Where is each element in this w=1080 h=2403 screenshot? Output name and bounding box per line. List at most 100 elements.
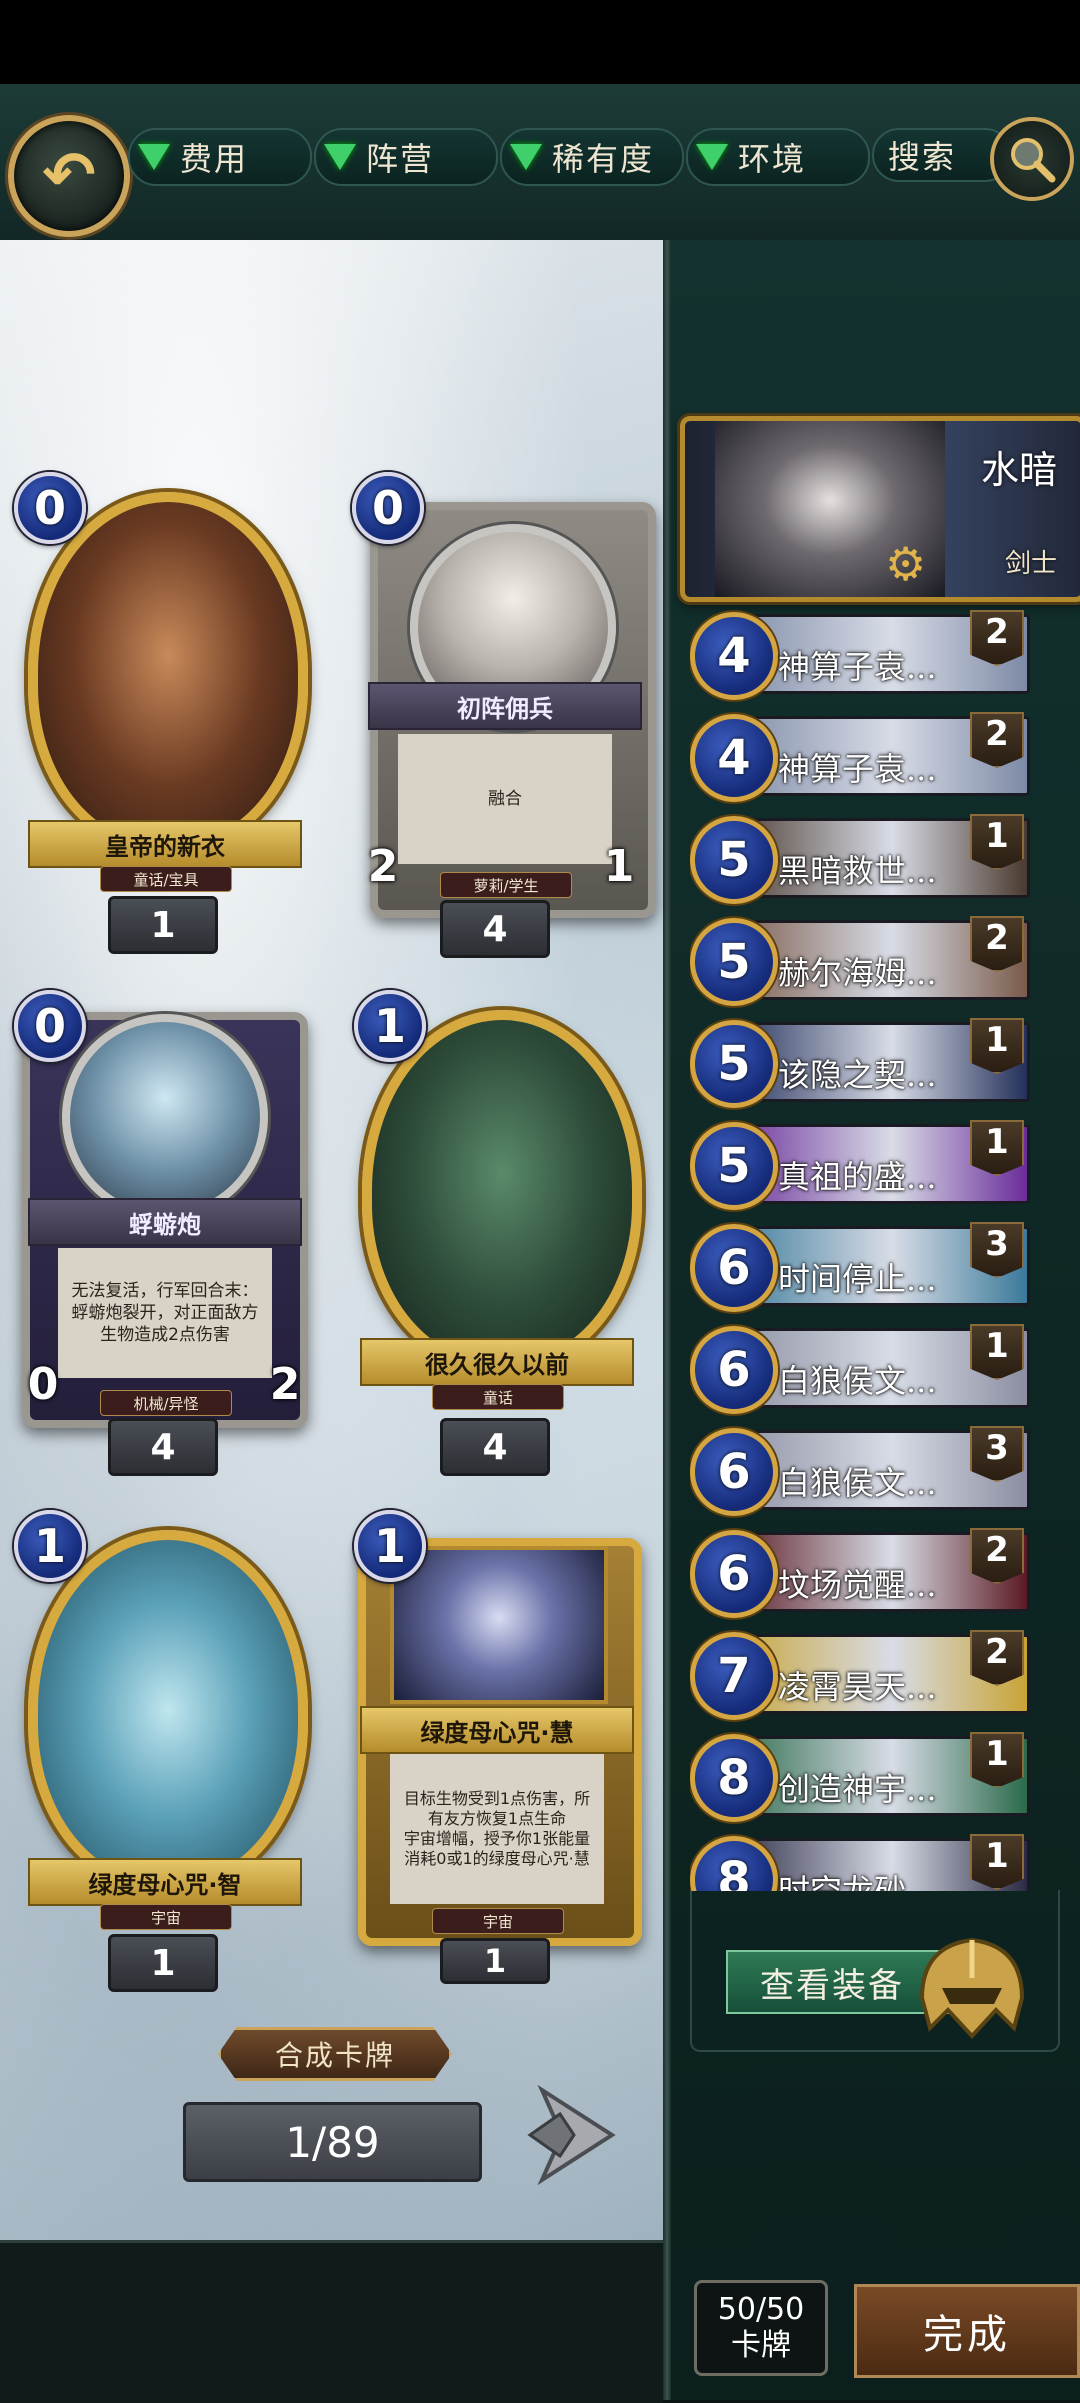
collection-card[interactable]: 1 绿度母心咒·智 宇宙 1 xyxy=(8,1510,318,1992)
deck-card-cost: 6 xyxy=(690,1428,778,1516)
card-attack: 0 xyxy=(27,1358,59,1410)
deck-card-row[interactable]: 5 赫尔海姆... 2 xyxy=(690,912,1030,1006)
card-art xyxy=(28,1530,308,1890)
card-text: 融合 xyxy=(398,734,612,864)
deck-card-quantity: 1 xyxy=(970,814,1024,870)
card-name: 绿度母心咒·慧 xyxy=(360,1706,634,1754)
deck-card-quantity: 1 xyxy=(970,1732,1024,1788)
collection-card[interactable]: 0 蜉蝣炮 无法复活，行军回合末：蜉蝣炮裂开，对正面敌方生物造成2点伤害 机械/… xyxy=(8,990,318,1476)
collection-card[interactable]: 1 绿度母心咒·慧 目标生物受到1点伤害，所有友方恢复1点生命 宇宙增幅，授予你… xyxy=(340,1510,650,1984)
deck-card-cost: 5 xyxy=(690,816,778,904)
deck-card-row[interactable]: 7 凌霄昊天... 2 xyxy=(690,1626,1030,1720)
deck-card-row[interactable]: 6 白狼侯文... 3 xyxy=(690,1422,1030,1516)
deck-card-name: 创造神宇... xyxy=(778,1770,937,1808)
card-tribe: 宇宙 xyxy=(432,1908,564,1934)
craft-card-button[interactable]: 合成卡牌 xyxy=(218,2027,452,2081)
deck-card-quantity: 2 xyxy=(970,712,1024,768)
deck-card-name: 神算子袁... xyxy=(778,648,937,686)
card-text: 无法复活，行军回合末：蜉蝣炮裂开，对正面敌方生物造成2点伤害 xyxy=(58,1248,272,1378)
deck-card-quantity: 3 xyxy=(970,1222,1024,1278)
card-owned-count: 4 xyxy=(440,1418,550,1476)
return-arrow-icon: ↶ xyxy=(42,139,96,213)
magnifier-icon xyxy=(1011,138,1056,183)
card-art xyxy=(390,1546,608,1704)
filter-cost-label: 费用 xyxy=(180,140,249,178)
search-button[interactable] xyxy=(990,117,1074,201)
collection-card[interactable]: 0 皇帝的新衣 童话/宝具 1 xyxy=(8,472,318,954)
filter-rarity[interactable]: 稀有度 xyxy=(500,128,684,186)
card-art xyxy=(28,492,308,852)
dropdown-triangle-icon xyxy=(138,144,170,170)
deck-card-name: 时空龙砂... xyxy=(778,1872,937,1891)
card-health: 2 xyxy=(269,1358,301,1410)
dropdown-triangle-icon xyxy=(324,144,356,170)
done-button[interactable]: 完成 xyxy=(854,2284,1080,2378)
card-tribe: 萝莉/学生 xyxy=(440,872,572,898)
card-attack: 2 xyxy=(367,840,399,892)
gear-icon[interactable]: ⚙ xyxy=(885,537,926,591)
card-owned-count: 4 xyxy=(440,900,550,958)
deck-card-row[interactable]: 6 坟场觉醒... 2 xyxy=(690,1524,1030,1618)
card-owned-count: 4 xyxy=(108,1418,218,1476)
card-owned-count: 1 xyxy=(108,896,218,954)
filter-environment[interactable]: 环境 xyxy=(686,128,870,186)
deck-card-name: 白狼侯文... xyxy=(778,1464,937,1502)
deck-card-row[interactable]: 4 神算子袁... 2 xyxy=(690,606,1030,700)
bottom-bar xyxy=(0,2240,663,2403)
deck-card-row[interactable]: 5 该隐之契... 1 xyxy=(690,1014,1030,1108)
card-art xyxy=(362,1010,642,1370)
deck-card-quantity: 2 xyxy=(970,916,1024,972)
card-name: 皇帝的新衣 xyxy=(28,820,302,868)
filter-environment-label: 环境 xyxy=(738,140,807,178)
deck-card-name: 黑暗救世... xyxy=(778,852,937,890)
deck-card-quantity: 1 xyxy=(970,1120,1024,1176)
card-tribe: 童话 xyxy=(432,1384,564,1410)
card-health: 1 xyxy=(603,840,635,892)
card-tribe: 童话/宝具 xyxy=(100,866,232,892)
deck-card-name: 白狼侯文... xyxy=(778,1362,937,1400)
back-button[interactable]: ↶ xyxy=(8,115,130,237)
deck-card-cost: 4 xyxy=(690,612,778,700)
deck-card-name: 赫尔海姆... xyxy=(778,954,937,992)
deck-card-row[interactable]: 6 时间停止... 3 xyxy=(690,1218,1030,1312)
card-tribe: 宇宙 xyxy=(100,1904,232,1930)
filter-rarity-label: 稀有度 xyxy=(552,140,655,178)
deck-card-cost: 4 xyxy=(690,714,778,802)
deck-card-row[interactable]: 8 创造神宇... 1 xyxy=(690,1728,1030,1822)
deck-card-list[interactable]: 4 神算子袁... 2 4 神算子袁... 2 5 黑暗救世... 1 5 赫尔… xyxy=(690,606,1030,1891)
deck-card-cost: 7 xyxy=(690,1632,778,1720)
card-cost: 0 xyxy=(14,990,86,1062)
deck-card-name: 真祖的盛... xyxy=(778,1158,937,1196)
card-name: 绿度母心咒·智 xyxy=(28,1858,302,1906)
deck-card-cost: 8 xyxy=(690,1734,778,1822)
deck-card-row[interactable]: 5 真祖的盛... 1 xyxy=(690,1116,1030,1210)
hero-card[interactable]: ⚙ 水暗 剑士 xyxy=(680,416,1080,602)
deck-card-name: 神算子袁... xyxy=(778,750,937,788)
deck-card-name: 时间停止... xyxy=(778,1260,937,1298)
deck-card-row[interactable]: 4 神算子袁... 2 xyxy=(690,708,1030,802)
card-name: 很久很久以前 xyxy=(360,1338,634,1386)
dropdown-triangle-icon xyxy=(510,144,542,170)
deck-card-name: 凌霄昊天... xyxy=(778,1668,937,1706)
deck-card-row[interactable]: 8 时空龙砂... 1 xyxy=(690,1830,1030,1891)
collection-card[interactable]: 0 初阵佣兵 融合 萝莉/学生 2 1 4 xyxy=(348,472,658,958)
card-text: 目标生物受到1点伤害，所有友方恢复1点生命 宇宙增幅，授予你1张能量消耗0或1的… xyxy=(390,1754,604,1904)
deck-card-row[interactable]: 6 白狼侯文... 1 xyxy=(690,1320,1030,1414)
deck-card-quantity: 2 xyxy=(970,1630,1024,1686)
helmet-icon xyxy=(919,1937,1025,2039)
filter-cost[interactable]: 费用 xyxy=(128,128,312,186)
card-name: 初阵佣兵 xyxy=(368,682,642,730)
deck-card-count: 50/50 卡牌 xyxy=(694,2280,828,2376)
hero-name: 水暗 xyxy=(980,448,1057,492)
collection-card[interactable]: 1 很久很久以前 童话 4 xyxy=(340,990,650,1476)
deck-card-quantity: 2 xyxy=(970,610,1024,666)
next-page-button[interactable] xyxy=(522,2080,618,2190)
deck-card-cost: 5 xyxy=(690,918,778,1006)
deck-card-cost: 5 xyxy=(690,1122,778,1210)
deck-card-row[interactable]: 5 黑暗救世... 1 xyxy=(690,810,1030,904)
deck-card-cost: 6 xyxy=(690,1326,778,1414)
deck-card-cost: 6 xyxy=(690,1224,778,1312)
search-label: 搜索 xyxy=(888,138,957,176)
deck-card-quantity: 3 xyxy=(970,1426,1024,1482)
filter-faction[interactable]: 阵营 xyxy=(314,128,498,186)
